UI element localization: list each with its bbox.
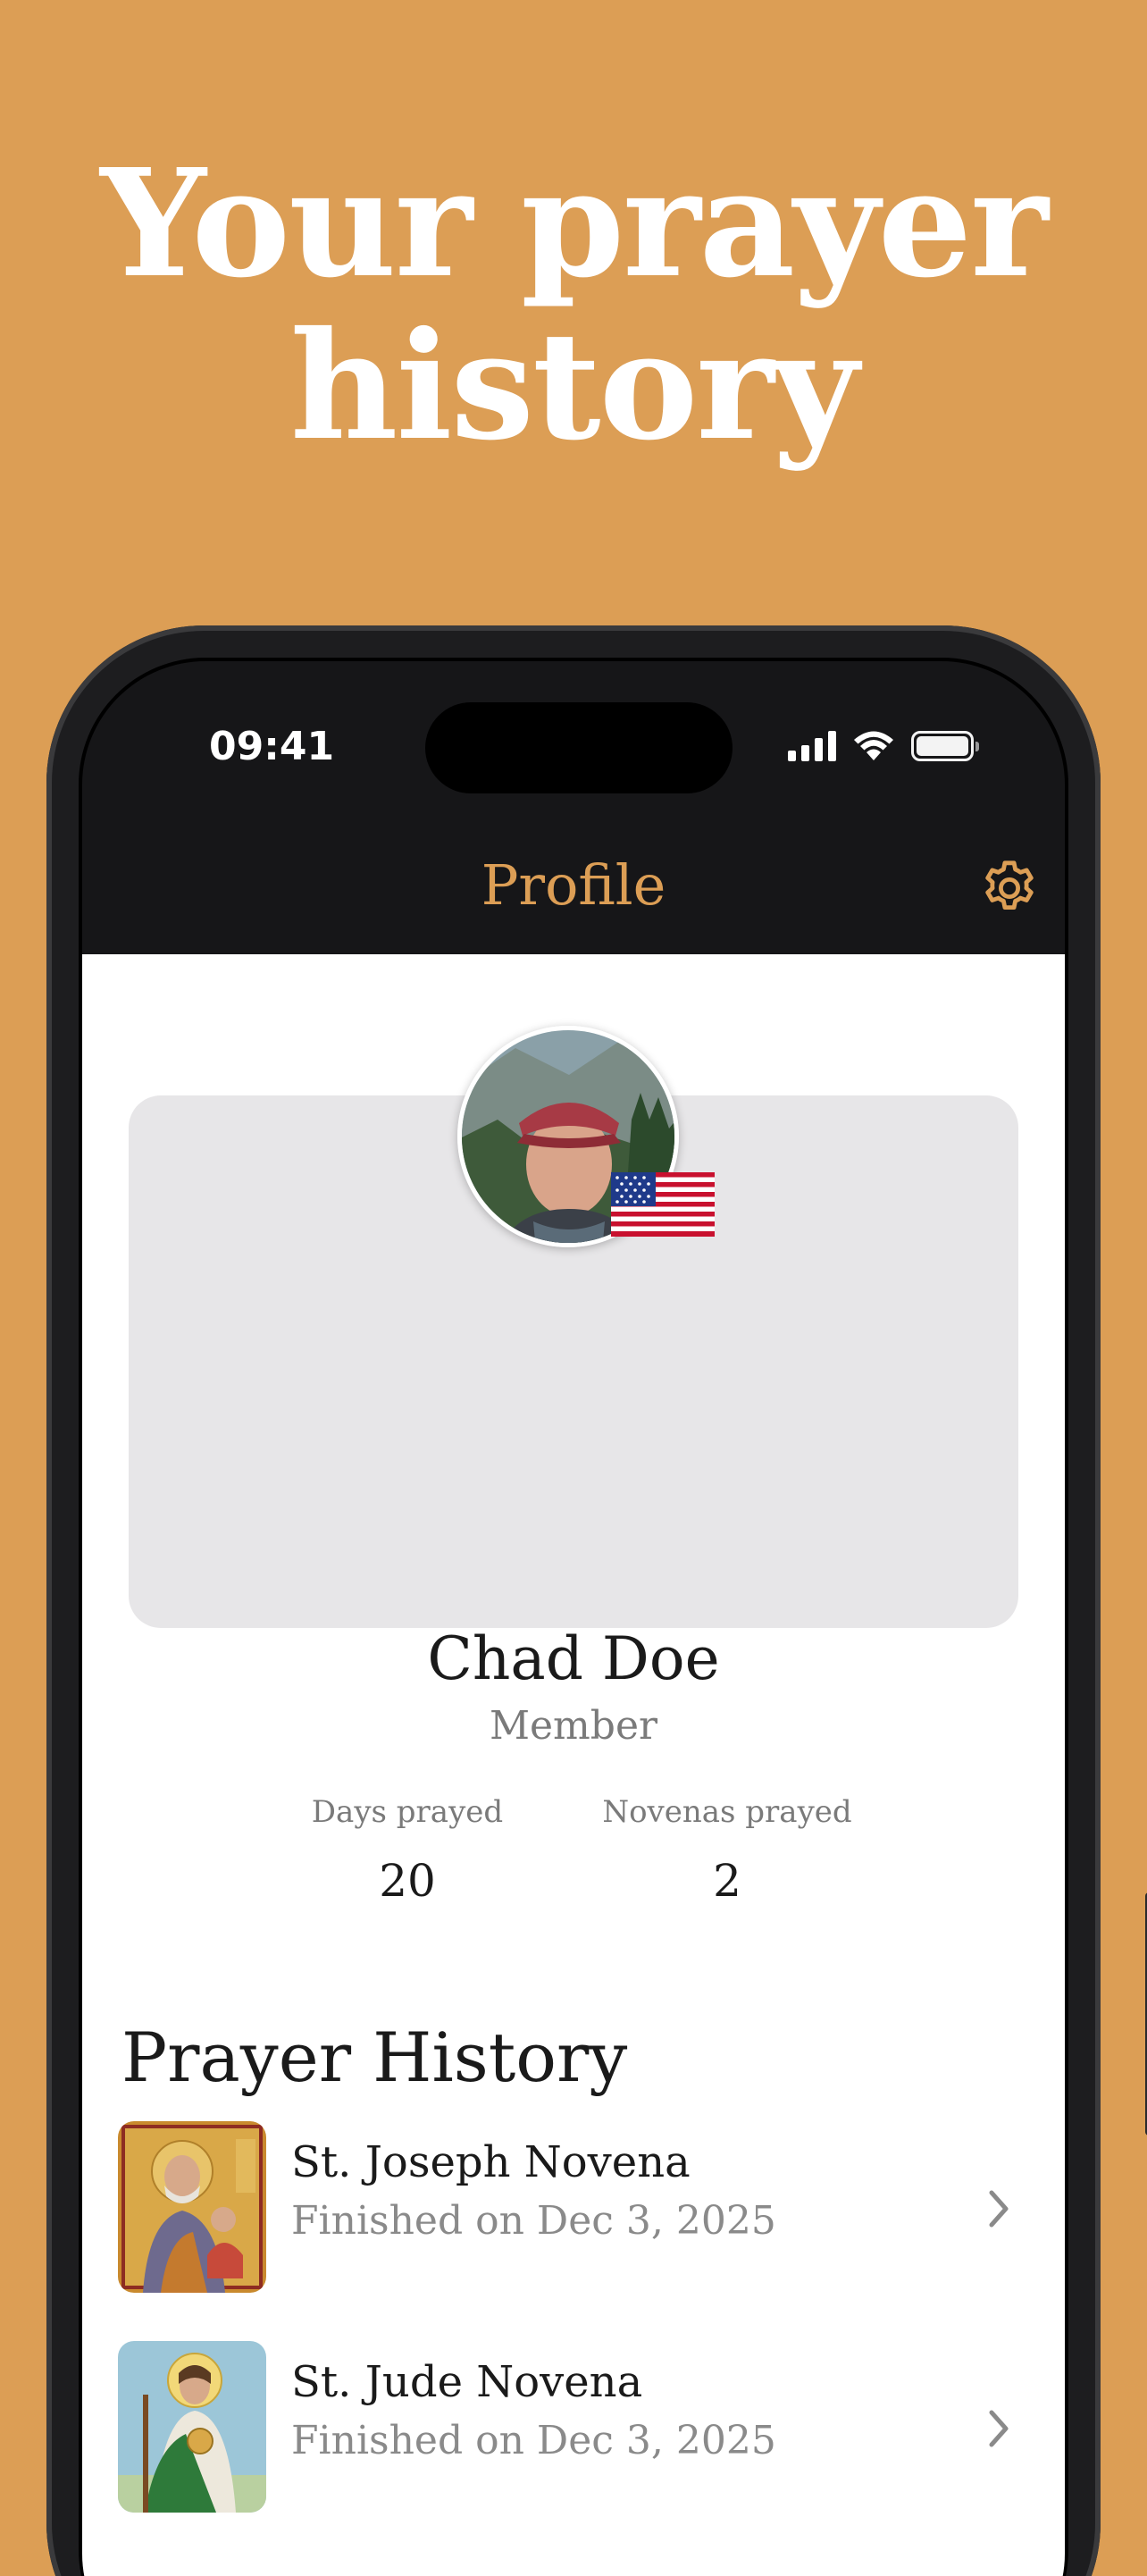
history-item[interactable]: St. Jude Novena Finished on Dec 3, 2025 [118,2341,1029,2516]
battery-icon [911,731,979,761]
chevron-right-icon [989,2410,1009,2447]
marketing-headline: Your prayer history [0,143,1147,468]
headline-line-2: history [289,299,859,474]
status-time: 09:41 [209,724,335,769]
novena-thumbnail [118,2121,266,2293]
stat-days-prayed: Days prayed 20 [255,1794,559,1907]
wifi-icon [854,731,893,760]
us-flag-icon [611,1172,715,1237]
item-title: St. Jude Novena [291,2357,643,2407]
cellular-signal-icon [788,731,836,761]
status-icons [788,724,979,768]
dynamic-island [425,702,733,793]
stat-label: Novenas prayed [602,1794,852,1830]
profile-content: Chad Doe Member Days prayed 20 Novenas p… [82,954,1065,2576]
phone-bezel: 09:41 Profile Chad Doe Member Days praye… [79,658,1068,2576]
gear-icon[interactable] [977,856,1042,920]
headline-line-1: Your prayer [100,137,1048,311]
stat-novenas-prayed: Novenas prayed 2 [575,1794,879,1907]
item-title: St. Joseph Novena [291,2137,691,2187]
stat-value: 2 [713,1855,741,1907]
nav-title: Profile [481,852,666,918]
chevron-right-icon [989,2190,1009,2228]
item-subtitle: Finished on Dec 3, 2025 [291,2198,776,2244]
app-screen: 09:41 Profile Chad Doe Member Days praye… [82,661,1065,2576]
profile-role: Member [489,1703,658,1749]
profile-name: Chad Doe [427,1624,720,1693]
stat-value: 20 [379,1855,436,1907]
history-item[interactable]: St. Joseph Novena Finished on Dec 3, 202… [118,2121,1029,2296]
phone-frame: 09:41 Profile Chad Doe Member Days praye… [46,625,1147,2576]
section-title: Prayer History [121,2018,628,2097]
novena-thumbnail [118,2341,266,2513]
item-subtitle: Finished on Dec 3, 2025 [291,2418,776,2463]
stat-label: Days prayed [311,1794,504,1830]
